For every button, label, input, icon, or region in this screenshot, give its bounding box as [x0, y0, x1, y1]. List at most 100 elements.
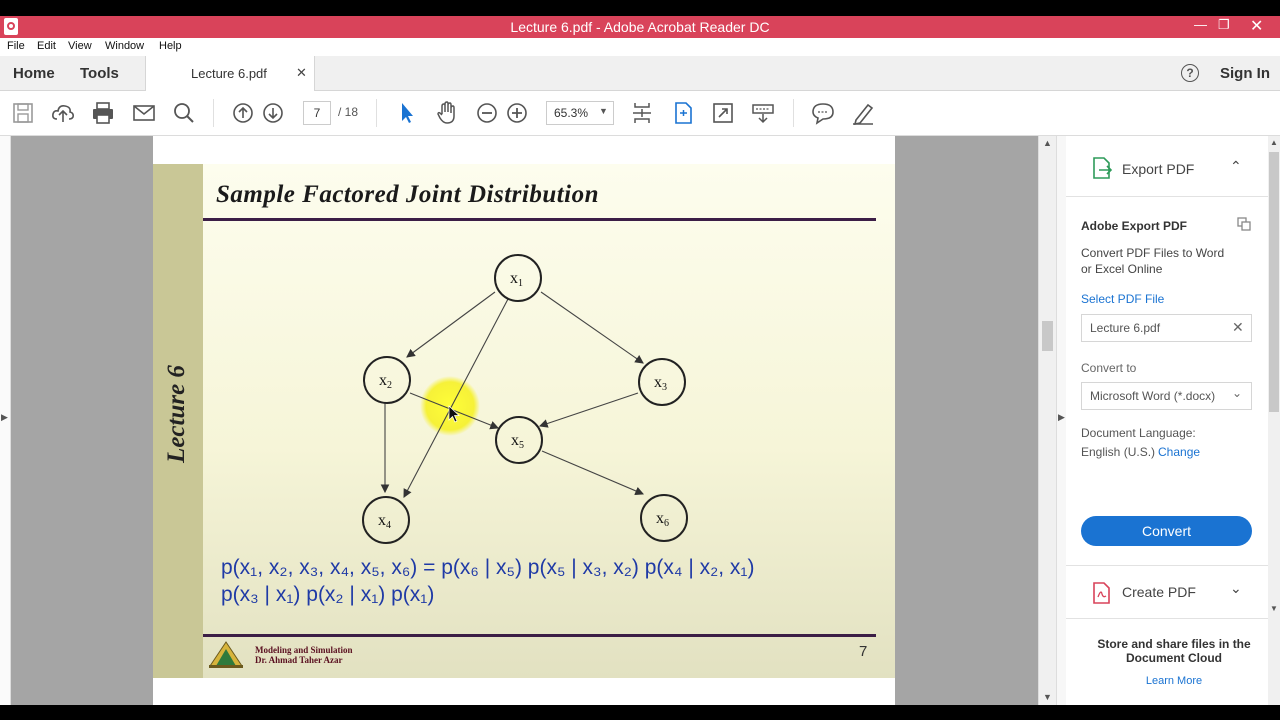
selected-file-field[interactable]: Lecture 6.pdf ✕	[1081, 314, 1252, 342]
menu-help[interactable]: Help	[159, 40, 182, 52]
export-description-1: Convert PDF Files to Word	[1081, 246, 1225, 260]
document-cloud-line-1: Store and share files in the	[1097, 637, 1251, 651]
scroll-down-icon[interactable]: ▼	[1043, 692, 1052, 702]
select-cursor-icon[interactable]	[394, 100, 420, 126]
print-icon[interactable]	[90, 100, 116, 126]
next-page-icon[interactable]	[260, 100, 286, 126]
zoom-in-icon[interactable]	[504, 100, 530, 126]
slide-title: Sample Factored Joint Distribution	[216, 181, 600, 208]
tools-pane-scrollbar[interactable]: ▲ ▼	[1268, 136, 1280, 705]
export-pdf-title: Export PDF	[1122, 161, 1195, 177]
node-x1: x1	[494, 254, 542, 302]
close-window-icon[interactable]: ✕	[1250, 16, 1263, 36]
toolbar: 7 / 18 65.3% ▼	[0, 91, 1280, 136]
tab-bar: Home Tools Lecture 6.pdf ✕ ? Sign In	[0, 56, 1280, 91]
tab-tools[interactable]: Tools	[80, 65, 119, 82]
upload-cloud-icon[interactable]	[50, 100, 76, 126]
footer-author: Dr. Ahmad Taher Azar	[255, 655, 343, 665]
menu-window[interactable]: Window	[105, 40, 144, 52]
menu-bar: File Edit View Window Help	[0, 38, 1280, 56]
keyboard-icon[interactable]	[750, 100, 776, 126]
svg-text:x4: x4	[378, 512, 391, 531]
page-total: / 18	[338, 105, 359, 119]
title-rule	[203, 218, 876, 221]
convert-button[interactable]: Convert	[1081, 516, 1252, 546]
footer-course: Modeling and Simulation	[255, 645, 353, 655]
node-x2: x2	[363, 356, 411, 404]
hand-tool-icon[interactable]	[434, 100, 460, 126]
scroll-up-icon[interactable]: ▲	[1270, 138, 1278, 147]
tab-close-icon[interactable]: ✕	[296, 65, 307, 81]
slide-sidebar: Lecture 6	[153, 164, 203, 678]
select-pdf-file-link[interactable]: Select PDF File	[1081, 292, 1164, 306]
convert-to-label: Convert to	[1081, 361, 1137, 375]
restore-icon[interactable]: ❐	[1218, 17, 1230, 33]
menu-view[interactable]: View	[68, 40, 92, 52]
format-select[interactable]: Microsoft Word (*.docx) ⌄	[1081, 382, 1252, 410]
tab-home[interactable]: Home	[13, 65, 55, 82]
tools-pane: Export PDF ⌃ Adobe Export PDF Convert PD…	[1066, 136, 1268, 705]
format-value: Microsoft Word (*.docx)	[1090, 389, 1216, 403]
selected-file-name: Lecture 6.pdf	[1090, 321, 1161, 335]
slide: Lecture 6 Sample Factored Joint Distribu…	[153, 164, 895, 678]
search-icon[interactable]	[171, 100, 197, 126]
scroll-thumb[interactable]	[1042, 321, 1053, 351]
svg-text:x2: x2	[379, 372, 392, 391]
menu-edit[interactable]: Edit	[37, 40, 56, 52]
chevron-down-icon: ⌄	[1232, 386, 1243, 400]
chevron-up-icon[interactable]: ⌃	[1230, 158, 1242, 175]
edge-x1-x2	[406, 291, 496, 358]
full-screen-icon[interactable]	[710, 100, 736, 126]
scroll-down-icon[interactable]: ▼	[1270, 604, 1278, 613]
previous-page-icon[interactable]	[230, 100, 256, 126]
svg-text:x5: x5	[511, 432, 524, 451]
document-language-value: English (U.S.)	[1081, 445, 1156, 459]
change-language-link[interactable]: Change	[1158, 445, 1200, 459]
zoom-out-icon[interactable]	[474, 100, 500, 126]
scroll-up-icon[interactable]: ▲	[1043, 138, 1052, 148]
svg-text:x1: x1	[510, 270, 523, 289]
clear-file-icon[interactable]: ✕	[1232, 319, 1244, 336]
edge-x3-x5	[538, 392, 639, 428]
document-cloud-line-2: Document Cloud	[1126, 651, 1222, 665]
menu-file[interactable]: File	[7, 40, 25, 52]
university-logo-icon	[209, 641, 243, 668]
node-x6: x6	[640, 494, 688, 542]
create-pdf-icon	[1093, 582, 1110, 604]
scrolling-mode-icon[interactable]	[629, 100, 655, 126]
document-scrollbar[interactable]: ▲ ▼	[1038, 136, 1057, 705]
bottom-edge	[0, 705, 1280, 720]
slide-page-number: 7	[859, 643, 868, 660]
bayes-network-diagram: x1 x2 x3 x5 x4 x6	[362, 254, 688, 544]
help-icon[interactable]: ?	[1181, 64, 1199, 82]
formula-line-2: p(x₃ | x₁) p(x₂ | x₁) p(x₁)	[221, 583, 435, 606]
tab-document[interactable]: Lecture 6.pdf ✕	[145, 56, 315, 91]
tab-document-label: Lecture 6.pdf	[191, 66, 267, 81]
adobe-export-title: Adobe Export PDF	[1081, 219, 1188, 233]
scroll-thumb[interactable]	[1269, 152, 1279, 412]
create-pdf-title: Create PDF	[1122, 584, 1196, 600]
fit-page-icon[interactable]	[670, 100, 696, 126]
learn-more-link[interactable]: Learn More	[1066, 675, 1280, 687]
highlight-pen-icon[interactable]	[850, 100, 876, 126]
chevron-down-icon[interactable]: ⌄	[1230, 580, 1242, 597]
email-icon[interactable]	[131, 100, 157, 126]
create-pdf-header[interactable]: Create PDF ⌄	[1066, 565, 1268, 619]
edge-x1-x4	[403, 298, 509, 498]
page-number-input[interactable]: 7	[303, 101, 331, 125]
copy-icon[interactable]	[1237, 217, 1251, 231]
sign-in-link[interactable]: Sign In	[1220, 65, 1270, 82]
expand-left-icon: ▶	[1, 412, 8, 422]
window-title: Lecture 6.pdf - Adobe Acrobat Reader DC	[510, 19, 770, 35]
save-icon[interactable]	[10, 100, 36, 126]
comment-icon[interactable]	[810, 100, 836, 126]
node-x4: x4	[362, 496, 410, 544]
export-pdf-header[interactable]: Export PDF ⌃	[1066, 136, 1268, 197]
document-canvas[interactable]: Lecture 6 Sample Factored Joint Distribu…	[11, 136, 1038, 705]
export-pdf-icon	[1093, 157, 1113, 179]
left-panel-toggle[interactable]: ▶	[0, 136, 11, 705]
node-x3: x3	[638, 358, 686, 406]
zoom-value: 65.3%	[554, 106, 589, 120]
minimize-icon[interactable]: —	[1194, 17, 1207, 32]
zoom-select[interactable]: 65.3% ▼	[546, 101, 614, 125]
